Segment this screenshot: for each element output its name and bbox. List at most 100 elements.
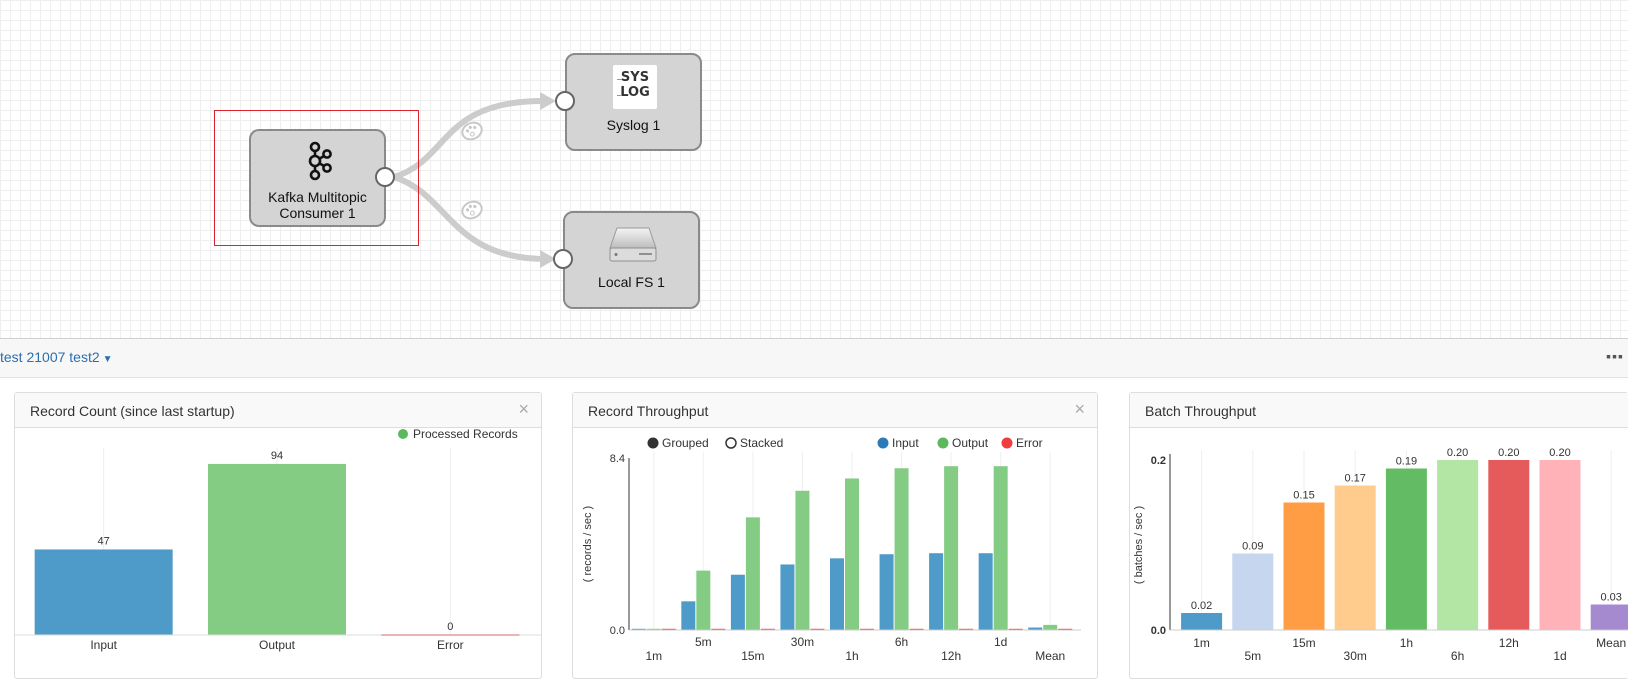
stage-syslog[interactable]: SYS LOG Syslog 1 xyxy=(565,53,702,151)
bar xyxy=(730,574,745,630)
bar xyxy=(696,570,711,630)
stage-local-fs[interactable]: Local FS 1 xyxy=(563,211,700,309)
widget-title: Record Count (since last startup) xyxy=(30,403,235,419)
legend-label: Input xyxy=(892,436,919,450)
syslog-icon: SYS LOG xyxy=(613,65,657,109)
widget-header: Record Count (since last startup) × xyxy=(15,393,541,428)
pipeline-select-label: test 21007 test2 xyxy=(0,349,100,365)
pipeline-canvas[interactable]: Kafka Multitopic Consumer 1 SYS LOG Sysl… xyxy=(0,0,1628,339)
bar xyxy=(1590,604,1628,630)
data-label: 0.03 xyxy=(1600,592,1621,604)
widget-title: Record Throughput xyxy=(588,403,709,419)
y-tick-label: 0.0 xyxy=(610,625,625,637)
x-tick-label: 30m xyxy=(791,635,814,649)
stage-label: Consumer 1 xyxy=(279,205,356,221)
stage-label: Syslog 1 xyxy=(606,117,661,133)
caret-down-icon: ▼ xyxy=(102,354,113,365)
record-count-chart: Processed Records 47 Input 94 Output 0 Error xyxy=(15,428,541,652)
kafka-icon xyxy=(308,141,332,181)
y-axis-label: ( records / sec ) xyxy=(582,506,594,582)
x-tick-label: 1m xyxy=(1193,636,1210,650)
bar xyxy=(1181,613,1223,630)
legend-label: Output xyxy=(952,436,989,450)
close-icon[interactable]: × xyxy=(518,399,529,420)
data-label: 0.20 xyxy=(1447,447,1468,459)
bar xyxy=(993,466,1008,630)
grouped-radio xyxy=(647,437,659,449)
bar xyxy=(1283,502,1325,630)
data-label: 0.17 xyxy=(1344,473,1365,485)
input-port[interactable] xyxy=(555,91,575,111)
pipeline-select-dropdown[interactable]: test 21007 test2 ▼ xyxy=(0,349,113,365)
syslog-icon-text: LOG xyxy=(620,85,650,100)
hard-drive-icon xyxy=(609,227,657,262)
bar xyxy=(830,558,844,630)
ellipsis-icon[interactable]: ▪▪▪ xyxy=(1606,348,1624,364)
bar xyxy=(929,553,944,630)
input-port[interactable] xyxy=(553,249,573,269)
bar xyxy=(1385,468,1427,630)
bar xyxy=(208,463,346,635)
legend-swatch xyxy=(1001,437,1013,449)
grouped-label: Grouped xyxy=(662,436,709,450)
record-throughput-chart: Grouped Stacked Input Output Error 8.4 0.0 ( re… xyxy=(582,436,1081,663)
legend-label: Processed Records xyxy=(413,428,518,441)
monitoring-widgets: Record Count (since last startup) × Proc… xyxy=(0,378,1628,682)
bar xyxy=(780,564,795,630)
legend-swatch xyxy=(937,437,949,449)
x-tick-label: 15m xyxy=(741,649,764,663)
bar xyxy=(1539,460,1581,630)
widget-header: Record Throughput × xyxy=(573,393,1097,428)
data-label: 94 xyxy=(271,450,283,462)
stage-kafka-multitopic-consumer[interactable]: Kafka Multitopic Consumer 1 xyxy=(249,129,386,227)
x-tick-label: 5m xyxy=(695,635,712,649)
stacked-label: Stacked xyxy=(740,436,783,450)
palette-icon[interactable] xyxy=(460,199,485,222)
y-tick-label: 0.2 xyxy=(1151,455,1166,467)
x-tick-label: Error xyxy=(437,638,464,652)
bar xyxy=(34,549,173,635)
widget-record-count: Record Count (since last startup) × Proc… xyxy=(14,392,542,679)
x-tick-label: 1d xyxy=(994,635,1007,649)
data-label: 0.15 xyxy=(1293,490,1314,502)
widget-record-throughput: Record Throughput × Grouped Stacked Input O… xyxy=(572,392,1098,679)
data-label: 0 xyxy=(447,621,453,633)
bar xyxy=(894,468,909,630)
x-tick-label: Mean xyxy=(1035,649,1065,663)
data-label: 0.09 xyxy=(1242,541,1263,553)
x-tick-label: 1d xyxy=(1553,649,1566,663)
bar xyxy=(845,478,859,630)
bar xyxy=(1232,553,1274,630)
widget-batch-throughput: Batch Throughput 0.2 0.0 ( batches / sec )… xyxy=(1129,392,1628,679)
x-tick-label: 12h xyxy=(1499,636,1519,650)
stage-label: Local FS 1 xyxy=(598,274,665,290)
bar xyxy=(795,490,810,630)
legend-label: Error xyxy=(1016,436,1043,450)
y-tick-label: 0.0 xyxy=(1151,625,1166,637)
bar xyxy=(879,554,894,630)
x-tick-label: 1m xyxy=(645,649,662,663)
x-tick-label: Input xyxy=(90,638,117,652)
output-port[interactable] xyxy=(375,167,395,187)
x-tick-label: 6h xyxy=(895,635,908,649)
bar xyxy=(944,466,959,630)
x-tick-label: 15m xyxy=(1292,636,1315,650)
close-icon[interactable]: × xyxy=(1074,399,1085,420)
y-axis-label: ( batches / sec ) xyxy=(1133,506,1145,584)
data-label: 0.19 xyxy=(1396,456,1417,468)
legend-swatch xyxy=(877,437,889,449)
x-tick-label: 6h xyxy=(1451,649,1464,663)
x-tick-label: 30m xyxy=(1344,649,1367,663)
edge-arrowhead xyxy=(540,92,556,110)
legend-swatch xyxy=(398,429,408,439)
x-tick-label: Output xyxy=(259,638,296,652)
monitoring-panel-bar: test 21007 test2 ▼ ▪▪▪ xyxy=(0,339,1628,378)
stage-label: Kafka Multitopic xyxy=(268,189,367,205)
bar xyxy=(978,553,993,630)
bar xyxy=(1334,485,1376,630)
batch-throughput-chart: 0.2 0.0 ( batches / sec ) 0.02 1m 0.09 5m 0.15 1… xyxy=(1133,447,1628,663)
bar xyxy=(1437,460,1479,630)
widget-title: Batch Throughput xyxy=(1145,403,1257,419)
x-tick-label: Mean xyxy=(1596,636,1626,650)
x-tick-label: 12h xyxy=(941,649,961,663)
